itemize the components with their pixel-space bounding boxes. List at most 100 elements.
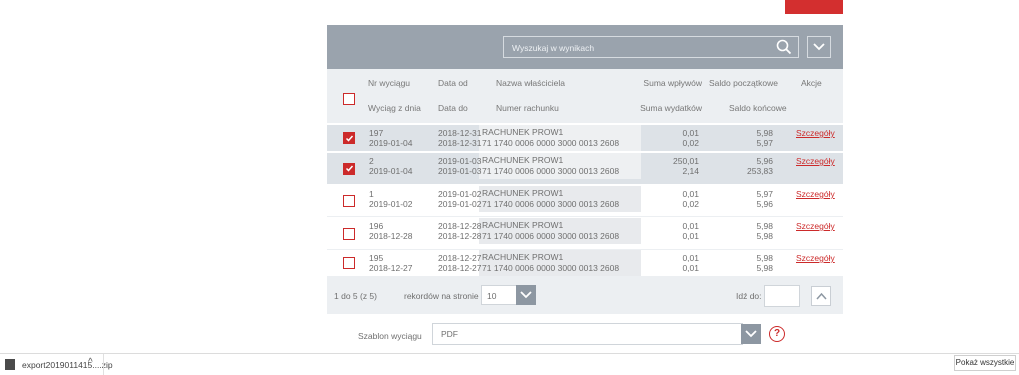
- per-page-value: 10: [487, 291, 497, 301]
- row-checkbox[interactable]: [343, 132, 355, 144]
- col-data-od[interactable]: Data od: [438, 78, 468, 88]
- saldo-start: 5,98: [756, 221, 773, 231]
- show-all-button[interactable]: Pokaż wszystkie: [954, 355, 1016, 371]
- account-number: 71 1740 0006 0000 3000 0013 2608: [482, 231, 620, 241]
- saldo-start: 5,98: [756, 128, 773, 138]
- account-number: 71 1740 0006 0000 3000 0013 2608: [482, 166, 620, 176]
- owner-name: RACHUNEK PROW1: [482, 252, 564, 262]
- per-page-dropdown-button[interactable]: [516, 285, 536, 305]
- scroll-up-button[interactable]: [811, 286, 831, 306]
- statement-date: 2019-01-02: [369, 199, 413, 209]
- col-suma-wplywow[interactable]: Suma wpływów: [632, 78, 702, 88]
- col-nr-wyciagu[interactable]: Nr wyciągu: [368, 78, 410, 88]
- table-row[interactable]: 1 2019-01-02 2019-01-02 2019-01-02 RACHUNEK …: [327, 186, 843, 217]
- date-to: 2018-12-31: [438, 138, 482, 148]
- saldo-start: 5,96: [756, 156, 773, 166]
- divider: [103, 354, 104, 375]
- template-section: Szablon wyciągu PDF ?: [327, 314, 843, 354]
- table-row[interactable]: 195 2018-12-27 2018-12-27 2018-12-27 RACHUNE…: [327, 250, 843, 277]
- sum-out: 2,14: [682, 166, 699, 176]
- sum-out: 0,01: [682, 263, 699, 273]
- per-page-label: rekordów na stronie: [404, 291, 479, 301]
- col-nazwa-wlasciciela[interactable]: Nazwa właściciela: [496, 78, 565, 88]
- details-link[interactable]: Szczegóły: [796, 221, 835, 231]
- row-checkbox[interactable]: [343, 195, 355, 207]
- goto-page-input[interactable]: [764, 285, 800, 307]
- account-number: 71 1740 0006 0000 3000 0013 2608: [482, 263, 620, 273]
- saldo-end: 5,97: [756, 138, 773, 148]
- date-from: 2018-12-28: [438, 221, 482, 231]
- col-saldo-koncowe[interactable]: Saldo końcowe: [729, 103, 787, 113]
- owner-name: RACHUNEK PROW1: [482, 155, 564, 165]
- sum-in: 0,01: [682, 221, 699, 231]
- template-label: Szablon wyciągu: [358, 331, 422, 341]
- sum-out: 0,01: [682, 231, 699, 241]
- date-to: 2019-01-02: [438, 199, 482, 209]
- col-data-do[interactable]: Data do: [438, 103, 468, 113]
- search-input[interactable]: Wyszukaj w wynikach: [503, 36, 799, 58]
- template-dropdown-button[interactable]: [741, 324, 761, 344]
- search-placeholder: Wyszukaj w wynikach: [512, 43, 595, 53]
- chevron-down-icon: [813, 43, 825, 51]
- date-to: 2019-01-03: [438, 166, 482, 176]
- statement-number: 196: [369, 221, 384, 231]
- owner-name: RACHUNEK PROW1: [482, 188, 564, 198]
- statement-date: 2018-12-27: [369, 263, 413, 273]
- saldo-end: 5,96: [756, 199, 773, 209]
- details-link[interactable]: Szczegóły: [796, 128, 835, 138]
- template-value: PDF: [441, 329, 458, 339]
- date-to: 2018-12-27: [438, 263, 482, 273]
- row-checkbox[interactable]: [343, 257, 355, 269]
- date-from: 2019-01-03: [438, 156, 482, 166]
- details-link[interactable]: Szczegóły: [796, 253, 835, 263]
- sum-out: 0,02: [682, 138, 699, 148]
- col-suma-wydatkow[interactable]: Suma wydatków: [632, 103, 702, 113]
- chevron-up-icon[interactable]: ^: [88, 357, 93, 368]
- chevron-down-icon: [745, 330, 757, 338]
- date-from: 2018-12-31: [438, 128, 482, 138]
- row-checkbox[interactable]: [343, 227, 355, 240]
- table-header: Nr wyciągu Wyciąg z dnia Data od Data do…: [327, 69, 843, 123]
- table-row[interactable]: 196 2018-12-28 2018-12-28 2018-12-28 RACHUNE…: [327, 218, 843, 250]
- col-wyciag-z-dnia[interactable]: Wyciąg z dnia: [368, 103, 421, 113]
- per-page-select[interactable]: 10: [481, 285, 517, 305]
- account-number: 71 1740 0006 0000 3000 0013 2608: [482, 138, 620, 148]
- pagination-bar: 1 do 5 (z 5) rekordów na stronie 10 Idź …: [327, 276, 843, 314]
- action-button-top[interactable]: [785, 0, 843, 14]
- col-akcje: Akcje: [801, 78, 822, 88]
- statement-date: 2019-01-04: [369, 166, 413, 176]
- details-link[interactable]: Szczegóły: [796, 156, 835, 166]
- filter-dropdown-button[interactable]: [807, 36, 831, 58]
- col-saldo-poczatkowe[interactable]: Saldo początkowe: [709, 78, 778, 88]
- owner-name: RACHUNEK PROW1: [482, 220, 564, 230]
- col-numer-rachunku[interactable]: Numer rachunku: [496, 103, 559, 113]
- template-select[interactable]: PDF: [432, 323, 743, 345]
- table-row[interactable]: 197 2019-01-04 2018-12-31 2018-12-31 RACHUNE…: [327, 125, 843, 151]
- select-all-checkbox[interactable]: [343, 93, 355, 105]
- statement-date: 2018-12-28: [369, 231, 413, 241]
- search-icon[interactable]: [776, 39, 792, 57]
- account-number: 71 1740 0006 0000 3000 0013 2608: [482, 199, 620, 209]
- date-from: 2019-01-02: [438, 189, 482, 199]
- statement-number: 1: [369, 189, 374, 199]
- statement-number: 2: [369, 156, 374, 166]
- sum-in: 0,01: [682, 189, 699, 199]
- range-info: 1 do 5 (z 5): [334, 291, 377, 301]
- saldo-end: 5,98: [756, 231, 773, 241]
- zip-file-icon: [5, 359, 15, 370]
- statement-date: 2019-01-04: [369, 138, 413, 148]
- download-item[interactable]: export2019011415....zip: [22, 360, 113, 370]
- sum-in: 0,01: [682, 128, 699, 138]
- details-link[interactable]: Szczegóły: [796, 189, 835, 199]
- saldo-start: 5,98: [756, 253, 773, 263]
- statement-number: 197: [369, 128, 384, 138]
- sum-out: 0,02: [682, 199, 699, 209]
- sum-in: 0,01: [682, 253, 699, 263]
- saldo-start: 5,97: [756, 189, 773, 199]
- help-icon[interactable]: ?: [769, 326, 785, 342]
- chevron-down-icon: [520, 291, 532, 299]
- table-row[interactable]: 2 2019-01-04 2019-01-03 2019-01-03 RACHUNEK …: [327, 153, 843, 184]
- sum-in: 250,01: [673, 156, 699, 166]
- row-checkbox[interactable]: [343, 162, 355, 175]
- goto-label: Idź do:: [736, 291, 762, 301]
